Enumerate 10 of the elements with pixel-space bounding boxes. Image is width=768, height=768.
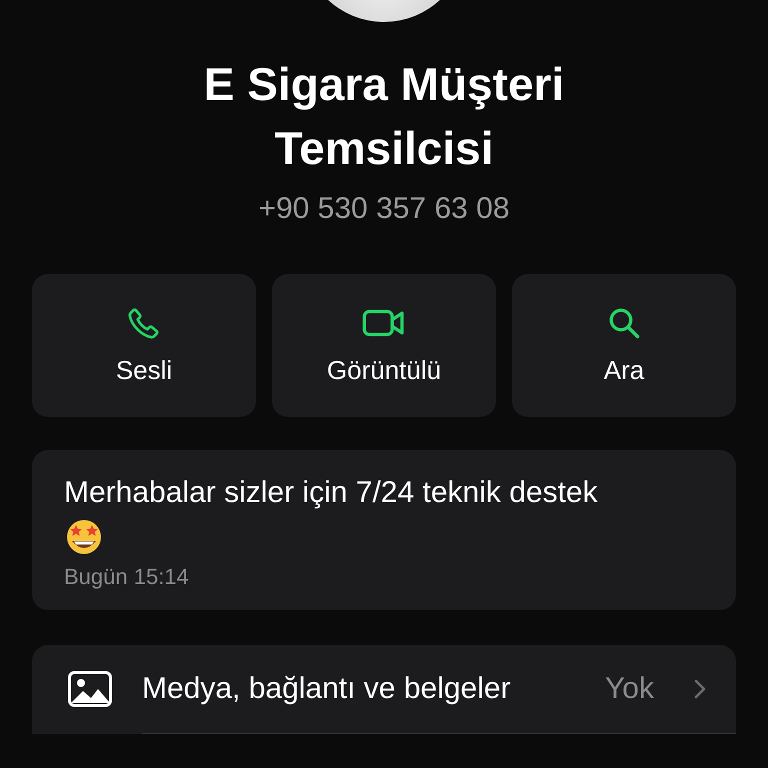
contact-name: E Sigara Müşteri Temsilcisi [202, 57, 566, 176]
phone-number: +90 530 357 63 08 [257, 192, 511, 226]
video-action-button[interactable]: Görüntülü [272, 274, 496, 417]
about-date: Bugün 15:14 [64, 564, 190, 590]
image-icon [68, 671, 112, 707]
phone-action-button[interactable]: Sesli [32, 274, 256, 417]
about-text: Merhabalar sizler için 7/24 teknik destek [64, 475, 599, 511]
search-action-button[interactable]: Ara [512, 274, 736, 417]
chevron-icon [694, 679, 706, 699]
list-row[interactable]: Medya, bağlantı ve belgeler Yok [32, 645, 736, 733]
